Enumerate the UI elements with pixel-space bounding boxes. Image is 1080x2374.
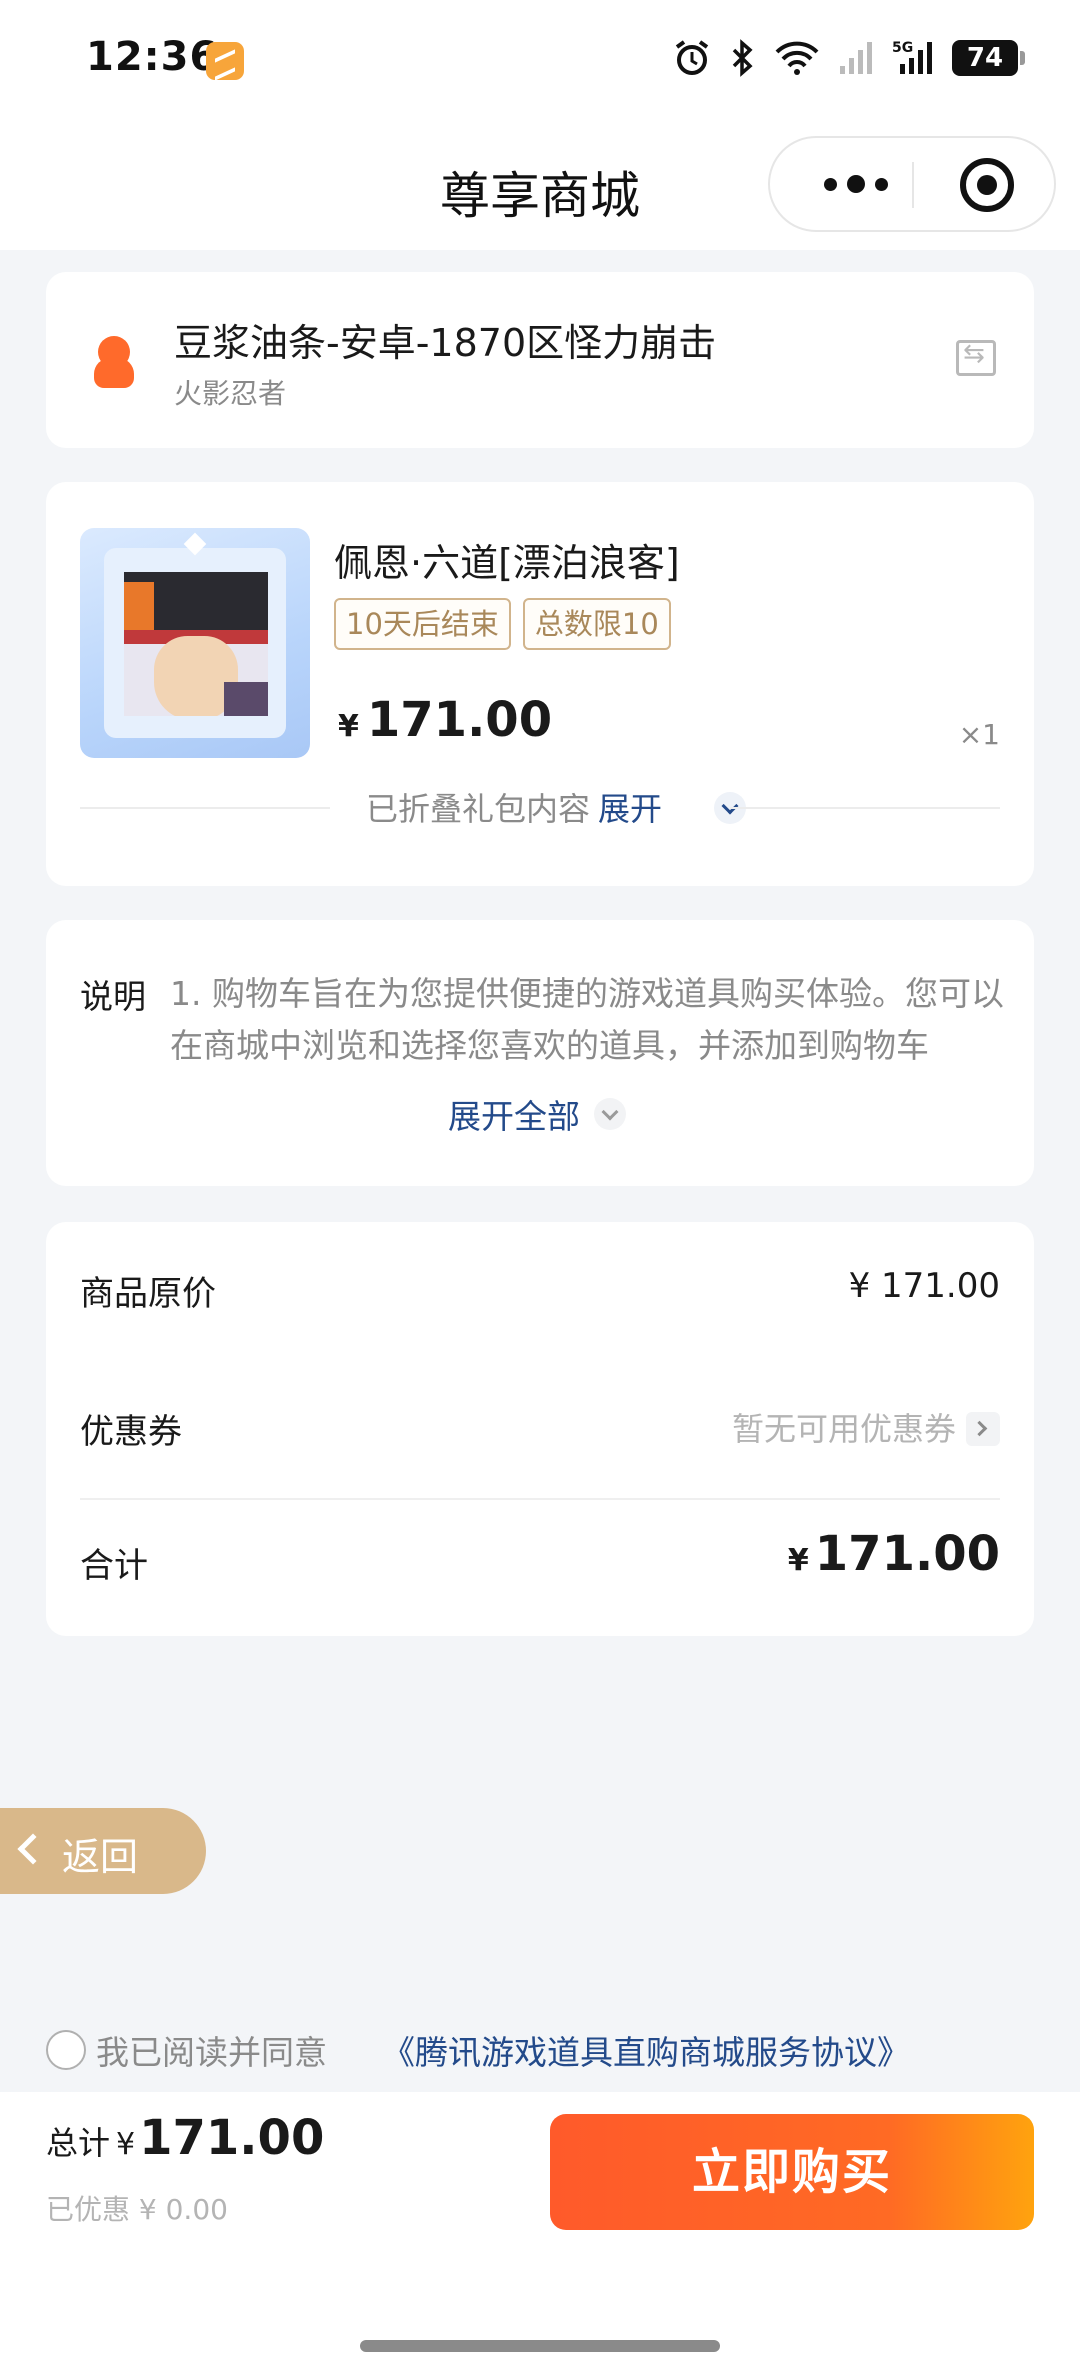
app-notification-icon	[206, 42, 244, 80]
more-dot-icon	[824, 177, 837, 191]
mini-program-capsule	[768, 136, 1056, 232]
original-price-value: ¥ 171.00	[848, 1266, 1000, 1306]
home-indicator[interactable]	[360, 2340, 720, 2352]
total-label: 合计	[80, 1546, 148, 1586]
chevron-left-icon	[17, 1833, 49, 1865]
more-options-button[interactable]	[806, 138, 906, 230]
svg-text:5G: 5G	[892, 40, 913, 56]
status-icons: 5G 74	[672, 36, 1025, 80]
discount-amount: 已优惠 ¥ 0.00	[46, 2193, 228, 2226]
currency-symbol: ¥	[787, 1543, 809, 1578]
folded-content-row: 已折叠礼包内容 展开	[80, 782, 1000, 832]
account-card[interactable]: 豆浆油条-安卓-1870区怪力崩击 火影忍者	[46, 272, 1034, 448]
description-text: 1. 购物车旨在为您提供便捷的游戏道具购买体验。您可以在商城中浏览和选择您喜欢的…	[170, 974, 1004, 1065]
close-miniprogram-button[interactable]	[960, 158, 1014, 212]
price-summary-card: 商品原价 ¥ 171.00 优惠券 暂无可用优惠券 合计 ¥171.00	[46, 1222, 1034, 1636]
expand-content-button[interactable]: 展开	[598, 784, 662, 830]
alarm-icon	[672, 38, 712, 78]
back-label: 返回	[62, 1835, 139, 1879]
product-price: ¥171.00	[338, 692, 552, 748]
agreement-checkbox[interactable]	[46, 2030, 86, 2070]
nav-bar: 尊享商城	[0, 120, 1080, 250]
switch-account-icon[interactable]	[956, 339, 996, 376]
product-tag: 总数限10	[522, 598, 671, 650]
divider	[80, 807, 330, 809]
divider	[80, 1498, 1000, 1500]
total-amount: 171.00	[814, 1526, 1000, 1582]
description-card: 说明 1. 购物车旨在为您提供便捷的游戏道具购买体验。您可以在商城中浏览和选择您…	[46, 920, 1034, 1186]
chevron-right-icon[interactable]	[966, 1412, 1000, 1446]
product-tag: 10天后结束	[334, 598, 511, 650]
currency-symbol: ¥	[338, 709, 359, 744]
coupon-label: 优惠券	[80, 1412, 182, 1452]
back-button[interactable]: 返回	[0, 1808, 206, 1894]
capsule-divider	[912, 162, 914, 208]
grand-total-value: 171.00	[139, 2110, 325, 2166]
folded-content-label: 已折叠礼包内容	[366, 790, 591, 828]
divider	[730, 807, 1000, 809]
description-label: 说明	[80, 977, 146, 1016]
agreement-link[interactable]: 《腾讯游戏道具直购商城服务协议》	[382, 2026, 910, 2074]
currency-symbol: ¥	[116, 2127, 136, 2162]
expand-all-button[interactable]: 展开全部	[448, 1090, 580, 1138]
wifi-icon	[774, 38, 820, 78]
signal-5g-icon: 5G	[892, 38, 936, 78]
status-time: 12:36	[86, 34, 219, 80]
grand-total-label: 总计	[46, 2124, 111, 2162]
bluetooth-icon	[728, 38, 758, 78]
signal-sim1-icon	[836, 38, 876, 78]
more-dot-icon	[875, 177, 888, 191]
product-card: 佩恩·六道[漂泊浪客] 10天后结束 总数限10 ¥171.00 ×1 已折叠礼…	[46, 482, 1034, 886]
grand-total: 总计 ¥171.00	[46, 2110, 324, 2166]
original-price-row: 商品原价 ¥ 171.00	[80, 1250, 1000, 1330]
total-value: ¥171.00	[788, 1526, 1000, 1582]
account-name: 豆浆油条-安卓-1870区怪力崩击	[174, 321, 717, 365]
product-price-value: 171.00	[366, 692, 553, 748]
user-icon	[94, 336, 134, 390]
buy-now-button[interactable]: 立即购买	[550, 2114, 1034, 2230]
product-name: 佩恩·六道[漂泊浪客]	[334, 541, 680, 585]
product-tags: 10天后结束 总数限10	[334, 598, 671, 650]
more-dot-icon	[847, 175, 865, 193]
coupon-value: 暂无可用优惠券	[731, 1410, 956, 1448]
coupon-row[interactable]: 优惠券 暂无可用优惠券	[80, 1388, 1000, 1468]
account-game: 火影忍者	[174, 377, 287, 410]
agreement-text: 我已阅读并同意	[96, 2033, 327, 2072]
original-price-label: 商品原价	[80, 1274, 216, 1314]
product-image	[80, 528, 310, 758]
character-portrait	[124, 572, 268, 716]
chevron-down-icon[interactable]	[594, 1098, 626, 1130]
product-quantity: ×1	[958, 718, 1000, 751]
status-bar: 12:36 5G 74	[0, 0, 1080, 120]
battery-icon: 74	[952, 40, 1025, 76]
checkout-bar: 总计 ¥171.00 已优惠 ¥ 0.00 立即购买	[0, 2092, 1080, 2374]
total-row: 合计 ¥171.00	[80, 1522, 1000, 1602]
